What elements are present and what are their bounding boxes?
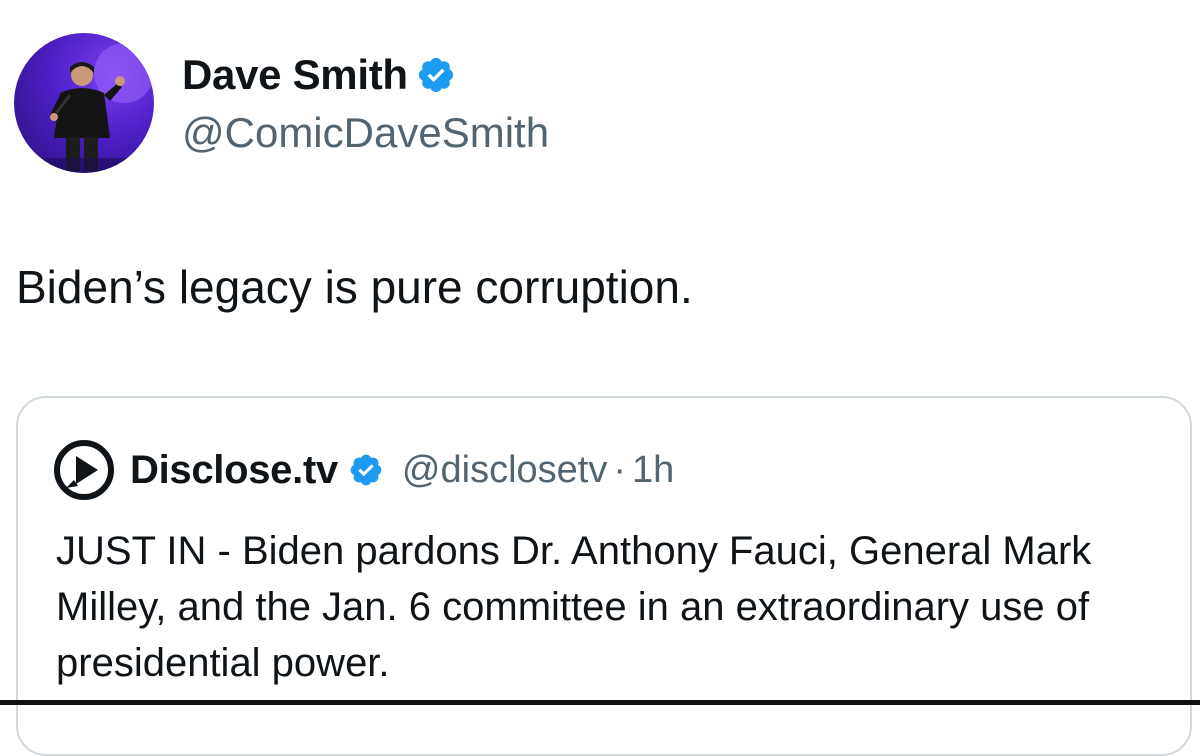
author-display-name[interactable]: Dave Smith [182,50,408,100]
quoted-timestamp[interactable]: 1h [632,449,674,492]
quoted-verified-badge-icon[interactable] [348,452,384,488]
bottom-divider [0,700,1200,705]
avatar[interactable] [14,33,154,173]
quoted-handle[interactable]: @disclosetv [402,449,607,492]
quoted-tweet-header: Disclose.tv @disclosetv · 1h [54,440,674,500]
disclose-tv-logo-icon[interactable] [54,440,114,500]
quoted-separator: · [613,448,626,491]
tweet-text: Biden’s legacy is pure corruption. [16,261,693,313]
author-handle[interactable]: @ComicDaveSmith [182,108,549,158]
avatar-image [14,43,154,173]
author-name-row[interactable]: Dave Smith [182,50,456,100]
quoted-tweet-text: JUST IN - Biden pardons Dr. Anthony Fauc… [56,529,1092,685]
verified-badge-icon[interactable] [416,55,456,95]
tweet: Dave Smith @ComicDaveSmith Biden’s legac… [0,0,1200,756]
quoted-display-name[interactable]: Disclose.tv [130,448,338,493]
